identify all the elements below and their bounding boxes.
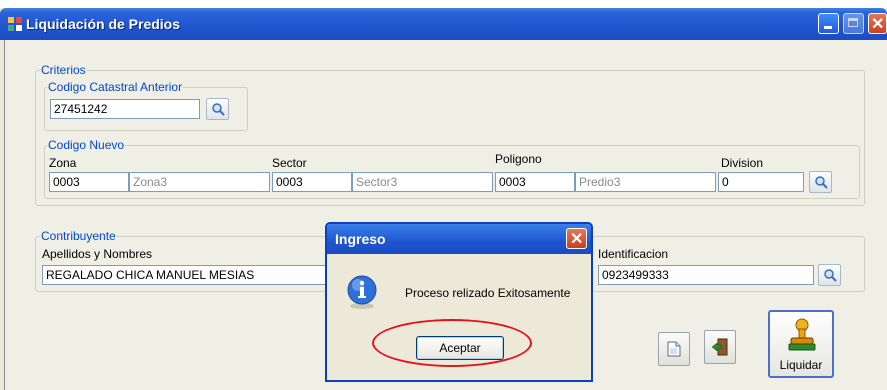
liquidar-stamp-icon xyxy=(788,318,816,351)
division-label: Division xyxy=(721,156,764,170)
poligono-label: Poligono xyxy=(495,152,542,166)
criterios-group: Criterios Codigo Catastral Anterior 2745… xyxy=(35,63,865,206)
dialog-title: Ingreso xyxy=(335,231,386,247)
sector-name-input[interactable]: Sector3 xyxy=(352,172,493,192)
zona-name-input[interactable]: Zona3 xyxy=(129,172,270,192)
minimize-icon xyxy=(824,26,832,29)
maximize-button[interactable] xyxy=(843,13,864,34)
search-icon xyxy=(815,176,828,189)
window-title: Liquidación de Predios xyxy=(26,16,181,32)
new-document-icon xyxy=(667,341,681,357)
close-icon: ✕ xyxy=(871,16,885,33)
dialog-message: Proceso relizado Exitosamente xyxy=(405,286,571,300)
contribuyente-legend: Contribuyente xyxy=(40,229,117,243)
codigo-anterior-legend: Codigo Catastral Anterior xyxy=(47,80,184,94)
poligono-code-input[interactable]: 0003 xyxy=(495,172,575,192)
poligono-name-input[interactable]: Predio3 xyxy=(575,172,716,192)
codigo-nuevo-legend: Codigo Nuevo xyxy=(47,138,126,152)
exit-button[interactable] xyxy=(704,330,736,364)
search-icon xyxy=(824,269,837,282)
title-bar[interactable]: Liquidación de Predios ✕ xyxy=(0,8,887,40)
criterios-legend: Criterios xyxy=(40,63,87,77)
search-contribuyente-button[interactable] xyxy=(818,264,841,286)
search-anterior-button[interactable] xyxy=(206,98,229,120)
app-icon xyxy=(8,17,22,31)
sector-code-input[interactable]: 0003 xyxy=(272,172,352,192)
maximize-icon xyxy=(848,18,858,27)
codigo-anterior-group: Codigo Catastral Anterior 27451242 xyxy=(44,80,248,131)
zona-label: Zona xyxy=(49,156,77,170)
info-icon xyxy=(347,275,377,309)
sector-label: Sector xyxy=(272,156,307,170)
division-input[interactable]: 0 xyxy=(718,172,804,192)
zona-code-input[interactable]: 0003 xyxy=(49,172,129,192)
exit-door-icon xyxy=(712,338,728,356)
codigo-anterior-input[interactable]: 27451242 xyxy=(50,99,200,119)
close-icon: ✕ xyxy=(570,231,584,248)
dialog-close-button[interactable]: ✕ xyxy=(566,228,587,249)
identificacion-input[interactable]: 0923499333 xyxy=(598,265,814,285)
codigo-nuevo-group: Codigo Nuevo Zona 0003 Zona3 Sector 0003… xyxy=(44,138,860,199)
dialog-title-bar[interactable]: Ingreso ✕ xyxy=(327,224,591,254)
liquidar-label: Liquidar xyxy=(779,358,823,372)
search-nuevo-button[interactable] xyxy=(809,171,832,193)
apellidos-nombres-label: Apellidos y Nombres xyxy=(42,247,153,261)
liquidar-button[interactable]: Liquidar xyxy=(768,310,834,378)
minimize-button[interactable] xyxy=(818,13,839,34)
search-icon xyxy=(212,103,225,116)
new-button[interactable] xyxy=(658,332,690,366)
close-button[interactable]: ✕ xyxy=(868,13,887,34)
red-highlight-ellipse xyxy=(372,319,532,367)
identificacion-label: Identificacion xyxy=(598,247,669,261)
